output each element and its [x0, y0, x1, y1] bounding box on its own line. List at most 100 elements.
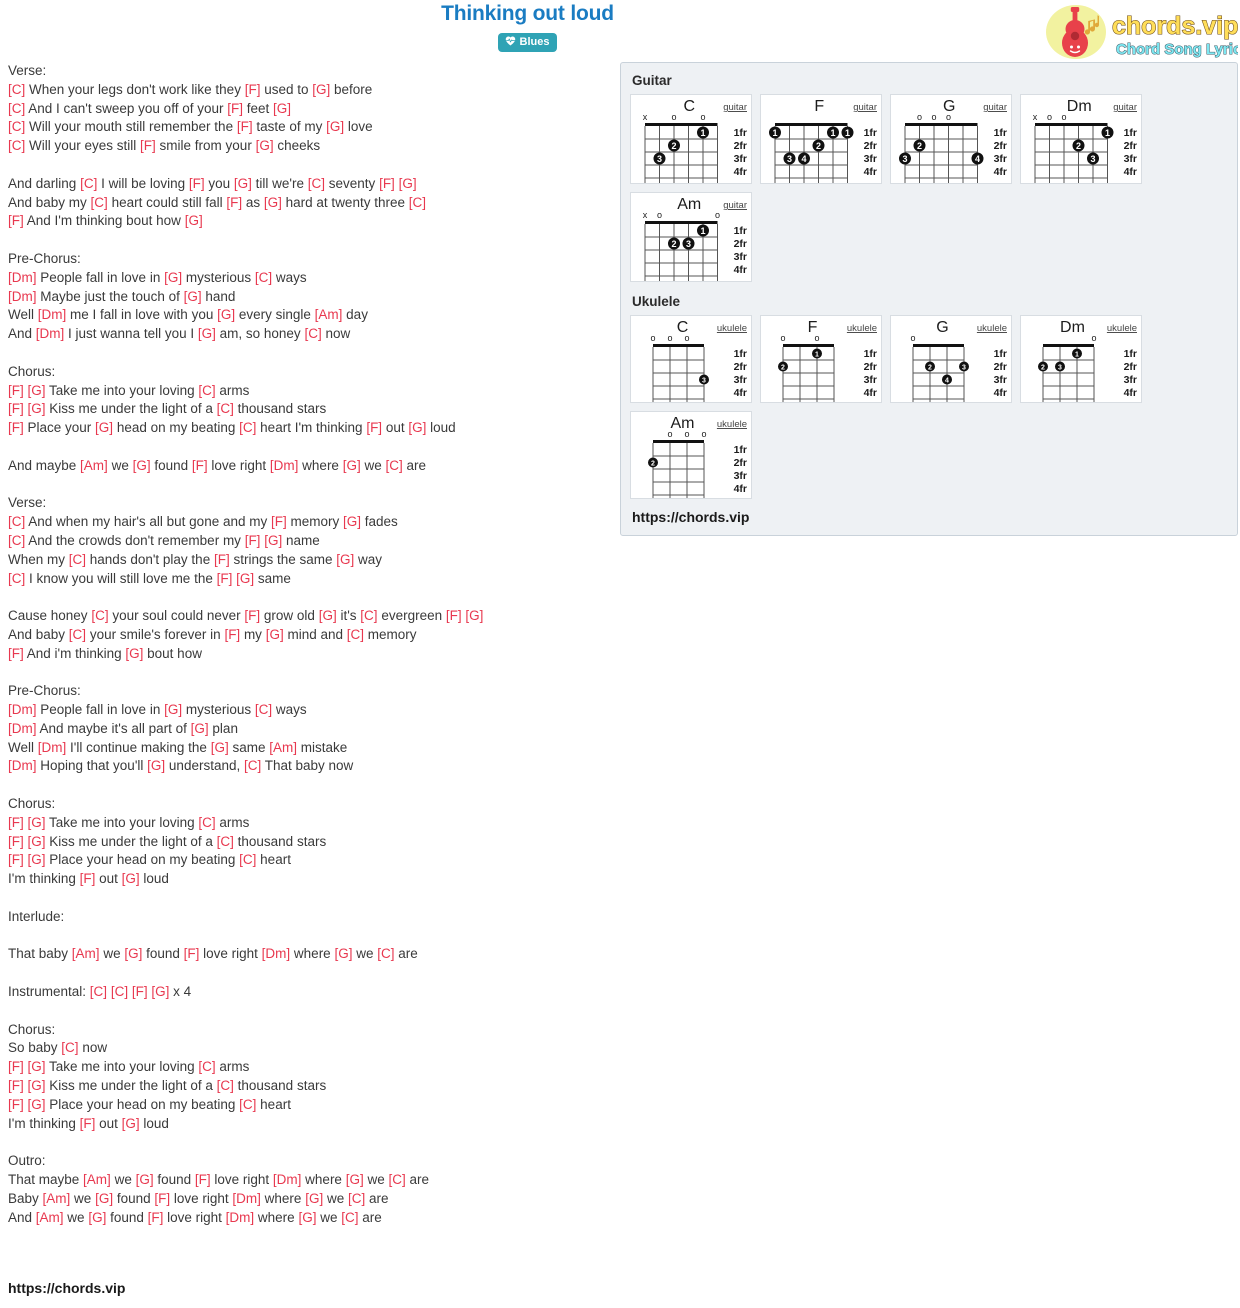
- chord-marker: [Dm]: [8, 702, 37, 718]
- chord-marker: [F]: [8, 401, 24, 417]
- lyric-text: I just wanna tell you I: [64, 326, 198, 342]
- chord-name: C: [683, 98, 695, 115]
- lyric-text: you: [204, 175, 234, 191]
- lyric-text: Instrumental:: [8, 984, 90, 1000]
- lyric-text: hard at twenty three: [281, 194, 409, 210]
- chord-diagram-guitar-dm[interactable]: Dm guitar x o o 1fr 2fr 3fr 4fr 1 2 3: [1020, 94, 1142, 184]
- fret-label: 4fr: [994, 387, 1007, 399]
- chord-diagram-guitar-g[interactable]: Gguitar o o o 1fr 2fr 3fr 4fr 2 3 4: [890, 94, 1012, 184]
- chord-marker: [G]: [217, 307, 236, 323]
- panel-url[interactable]: https://chords.vip: [632, 509, 1228, 525]
- open-string-marker: o: [667, 429, 672, 439]
- chord-marker: [G]: [151, 984, 170, 1000]
- chord-diagram-guitar-am[interactable]: Am guitar x o o 1fr 2fr 3fr 4fr 1 2 3: [630, 192, 752, 282]
- chord-marker: [G]: [312, 81, 331, 97]
- chord-marker: [Dm]: [8, 758, 37, 774]
- chord-marker: [G]: [210, 739, 229, 755]
- chord-diagram-ukulele-c[interactable]: Cukulele o o o 1fr 2fr 3fr 4fr 3: [630, 315, 752, 403]
- chord-marker: [G]: [88, 1209, 107, 1225]
- lyric-spacer: [8, 231, 608, 250]
- chord-marker: [F]: [8, 833, 24, 849]
- fret-label: 4fr: [734, 387, 747, 399]
- lyric-text: taste of my: [252, 119, 327, 135]
- lyric-text: where: [254, 1209, 299, 1225]
- open-string-marker: o: [1047, 112, 1052, 122]
- lyric-text: ways: [272, 269, 307, 285]
- lyric-text: plan: [208, 720, 238, 736]
- lyric-text: where: [290, 946, 335, 962]
- chord-marker: [C]: [347, 1190, 366, 1206]
- chord-name: F: [814, 98, 824, 115]
- chord-marker: [F]: [244, 532, 261, 548]
- page-title: Thinking out loud: [441, 2, 614, 25]
- lyric-line: [F] [G] Kiss me under the light of a [C]…: [8, 400, 608, 419]
- nut: [913, 344, 964, 347]
- chord-marker: [G]: [27, 1059, 46, 1075]
- chord-marker: [C]: [90, 194, 108, 210]
- chord-marker: [Am]: [71, 946, 100, 962]
- chord-marker: [G]: [121, 1115, 140, 1131]
- lyric-text: And: [8, 326, 36, 342]
- lyric-text: memory: [364, 626, 417, 642]
- chord-marker: [G]: [27, 1096, 46, 1112]
- chord-diagram-guitar-c[interactable]: Cguitar x o o 1fr 2fr 3fr 4fr 1 2 3: [630, 94, 752, 184]
- chord-marker: [Am]: [42, 1190, 71, 1206]
- fret-label: 3fr: [864, 374, 877, 386]
- finger-number: 3: [686, 239, 691, 249]
- open-string-marker: o: [780, 333, 785, 343]
- chord-marker: [G]: [190, 720, 209, 736]
- chord-diagram-ukulele-g[interactable]: Gukulele o 1fr 2fr 3fr 4fr 2 3 4: [890, 315, 1012, 403]
- lyric-text: Place your head on my beating: [45, 1096, 240, 1112]
- fret-label: 4fr: [734, 264, 747, 276]
- lyric-spacer: [8, 476, 608, 495]
- chord-diagram-guitar-f[interactable]: Fguitar 1fr 2fr 3fr 4fr 1 1 1 2 3 4: [760, 94, 882, 184]
- fret-label: 1fr: [734, 348, 747, 360]
- lyric-text: seventy: [325, 175, 380, 191]
- lyric-spacer: [8, 664, 608, 683]
- chord-marker: [F]: [131, 984, 148, 1000]
- lyric-text: I will be loving: [97, 175, 189, 191]
- nut: [1035, 123, 1108, 126]
- lyric-line: [F] [G] Take me into your loving [C] arm…: [8, 382, 608, 401]
- lyric-text: used to: [260, 81, 313, 97]
- lyric-text: same: [228, 739, 270, 755]
- lyric-text: Will your eyes still: [25, 138, 141, 154]
- lyric-text: Place your: [23, 420, 96, 436]
- instrument-tag: ukulele: [847, 323, 877, 334]
- lyric-line: [F] And I'm thinking bout how [G]: [8, 212, 608, 231]
- lyric-line: Instrumental: [C] [C] [F] [G] x 4: [8, 983, 608, 1002]
- chord-marker: [C]: [216, 1078, 234, 1094]
- chord-marker: [F]: [379, 175, 395, 191]
- nut: [645, 221, 718, 224]
- fret-label: 3fr: [994, 153, 1007, 165]
- chord-marker: [G]: [233, 175, 252, 191]
- fret-label: 4fr: [864, 166, 877, 178]
- lyric-text: smile from your: [155, 138, 256, 154]
- site-logo[interactable]: chords.vip Chord Song Lyric: [1042, 4, 1238, 62]
- lyric-text: Take me into your loving: [45, 382, 199, 398]
- chord-marker: [G]: [264, 532, 283, 548]
- chord-marker: [C]: [198, 1059, 216, 1075]
- chord-diagram-ukulele-f[interactable]: Fukulele o o 1fr 2fr 3fr 4fr 1 2: [760, 315, 882, 403]
- lyric-line: Baby [Am] we [G] found [F] love right [D…: [8, 1190, 608, 1209]
- lyric-text: And: [8, 1209, 36, 1225]
- chord-diagram-ukulele-dm[interactable]: Dm ukulele o 1fr 2fr 3fr 4fr 1 2 3: [1020, 315, 1142, 403]
- lyric-line: [F] [G] Take me into your loving [C] arm…: [8, 1058, 608, 1077]
- lyric-text: we: [70, 1190, 96, 1206]
- fret-label: 4fr: [734, 166, 747, 178]
- chord-diagram-ukulele-am[interactable]: Am ukulele o o o 1fr 2fr 3fr 4fr 2: [630, 411, 752, 499]
- chord-marker: [F]: [8, 1078, 24, 1094]
- lyric-line: Pre-Chorus:: [8, 250, 608, 269]
- lyric-text: love right: [210, 1172, 273, 1188]
- lyric-text: Kiss me under the light of a: [45, 401, 217, 417]
- lyric-line: And baby my [C] heart could still fall […: [8, 194, 608, 213]
- fret-label: 1fr: [994, 348, 1007, 360]
- lyric-text: mysterious: [182, 702, 255, 718]
- status-badge[interactable]: Blues: [497, 33, 558, 52]
- chord-marker: [G]: [27, 382, 46, 398]
- chord-panel: Guitar Cguitar x o o 1fr 2fr 3fr 4fr 1 2 3 Fguitar 1…: [620, 62, 1238, 536]
- chord-marker: [Am]: [269, 739, 297, 755]
- footer-url[interactable]: https://chords.vip: [8, 1280, 125, 1296]
- fret-label: 1fr: [1124, 127, 1137, 139]
- lyric-text: we: [363, 1172, 389, 1188]
